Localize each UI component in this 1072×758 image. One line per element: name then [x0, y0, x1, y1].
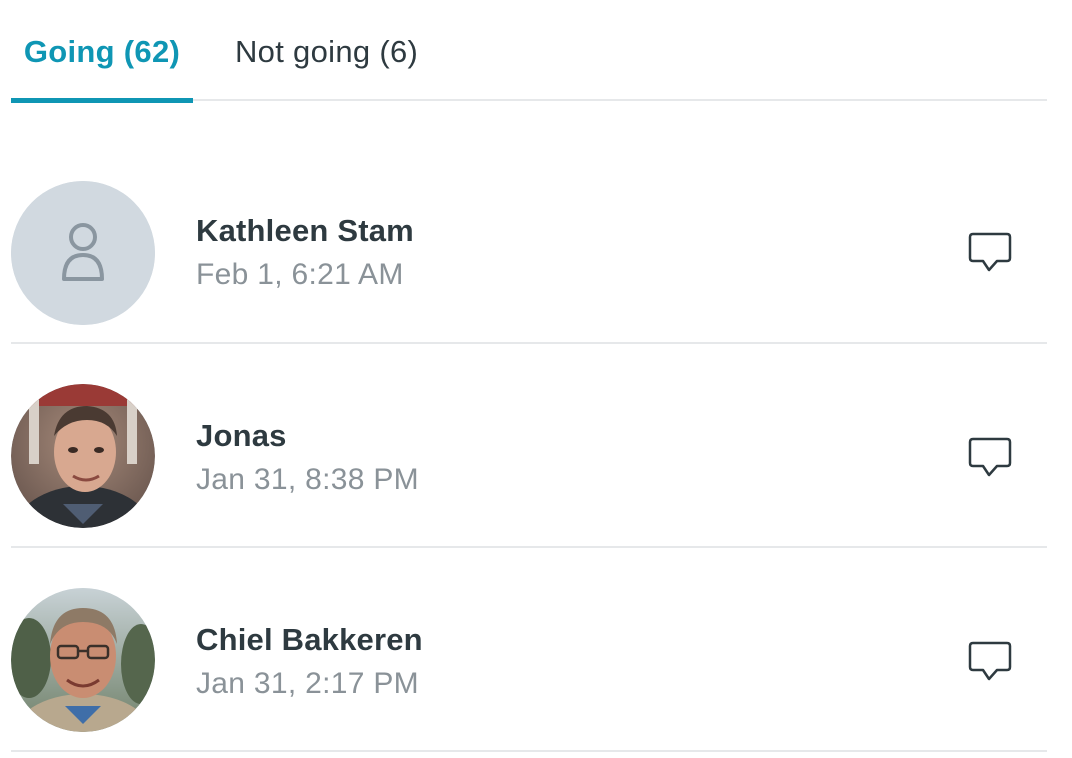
attendee-name[interactable]: Kathleen Stam: [196, 213, 414, 249]
avatar[interactable]: [11, 588, 155, 732]
active-tab-indicator: [11, 98, 193, 103]
comment-button[interactable]: [967, 231, 1013, 275]
avatar[interactable]: [11, 181, 155, 325]
attendee-name[interactable]: Chiel Bakkeren: [196, 622, 423, 658]
tab-going-label: Going (62): [23, 34, 181, 69]
default-person-icon: [11, 181, 155, 325]
speech-bubble-icon: [968, 641, 1012, 681]
comment-button[interactable]: [967, 640, 1013, 684]
list-item[interactable]: Jonas Jan 31, 8:38 PM: [11, 344, 1047, 548]
list-item[interactable]: Kathleen Stam Feb 1, 6:21 AM: [11, 160, 1047, 344]
list-item[interactable]: Chiel Bakkeren Jan 31, 2:17 PM: [11, 548, 1047, 752]
attendee-list: Kathleen Stam Feb 1, 6:21 AM Jonas Jan 3…: [11, 160, 1047, 752]
comment-button[interactable]: [967, 436, 1013, 480]
profile-photo: [11, 384, 155, 528]
tab-not-going-label: Not going (6): [235, 34, 419, 69]
rsvp-tabs: Going (62) Not going (6): [11, 0, 1047, 103]
speech-bubble-icon: [968, 437, 1012, 477]
rsvp-date: Jan 31, 8:38 PM: [196, 463, 419, 496]
tab-not-going[interactable]: Not going (6): [235, 30, 418, 101]
rsvp-date: Jan 31, 2:17 PM: [196, 667, 419, 700]
attendee-name[interactable]: Jonas: [196, 418, 287, 454]
profile-photo: [11, 588, 155, 732]
speech-bubble-icon: [968, 232, 1012, 272]
tab-going[interactable]: Going (62): [11, 30, 193, 103]
avatar[interactable]: [11, 384, 155, 528]
rsvp-date: Feb 1, 6:21 AM: [196, 258, 404, 291]
